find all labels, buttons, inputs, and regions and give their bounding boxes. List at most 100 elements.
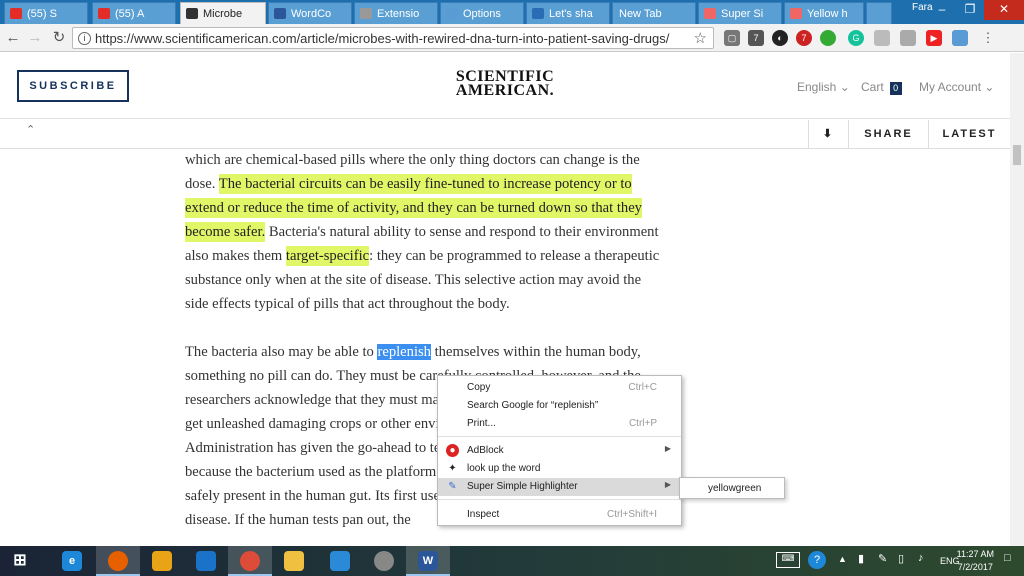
chevron-down-icon: ⌄ bbox=[839, 80, 850, 94]
scrollbar-thumb[interactable] bbox=[1013, 145, 1021, 165]
windows-taskbar: ⊞ e W bbox=[0, 546, 1024, 576]
pen-icon bbox=[446, 8, 458, 19]
tab-youtube-1[interactable]: (55) S bbox=[4, 2, 88, 24]
tab-sciam-active[interactable]: Microbe bbox=[180, 2, 266, 24]
chrome-icon[interactable] bbox=[228, 546, 272, 576]
chrome-menu-icon[interactable]: ⋮ bbox=[980, 30, 996, 46]
notifications-icon[interactable]: □ bbox=[1004, 552, 1011, 564]
youtube-icon bbox=[10, 8, 22, 19]
pen-tray-icon[interactable]: ✎ bbox=[878, 552, 887, 565]
download-icon: ⬇ bbox=[822, 128, 835, 140]
tab-options[interactable]: Options bbox=[440, 2, 524, 24]
menu-item-copy[interactable]: Copy Ctrl+C bbox=[438, 379, 681, 397]
url-text: https://www.scientificamerican.com/artic… bbox=[95, 31, 670, 46]
cast-icon[interactable]: ▢ bbox=[724, 30, 740, 46]
browser-tab-strip: (55) S (55) A Microbe WordCo Extensio Op… bbox=[0, 0, 1024, 24]
menu-item-highlighter[interactable]: ✎ Super Simple Highlighter ▶ bbox=[438, 478, 681, 496]
latest-button[interactable]: LATEST bbox=[928, 120, 1010, 149]
address-bar[interactable]: i https://www.scientificamerican.com/art… bbox=[72, 27, 714, 49]
tab-super-simple[interactable]: Super Si bbox=[698, 2, 782, 24]
tray-chevron-up-icon[interactable]: ▲ bbox=[838, 554, 847, 564]
volume-icon[interactable]: ♪ bbox=[918, 552, 924, 564]
close-icon[interactable]: ✕ bbox=[984, 0, 1024, 20]
share-button[interactable]: SHARE bbox=[848, 120, 928, 149]
puzzle-icon bbox=[360, 8, 372, 19]
menu-item-inspect[interactable]: Inspect Ctrl+Shift+I bbox=[438, 506, 681, 524]
my-account-link[interactable]: My Account ⌄ bbox=[919, 80, 994, 94]
selected-word[interactable]: replenish bbox=[377, 344, 431, 360]
highlighter-pen-icon[interactable] bbox=[952, 30, 968, 46]
new-tab-button[interactable] bbox=[866, 2, 892, 24]
battery-icon[interactable]: ▯ bbox=[898, 552, 904, 565]
window-controls: – ❐ ✕ bbox=[928, 0, 1024, 20]
windows-start-icon[interactable]: ⊞ bbox=[0, 546, 40, 576]
chevron-down-icon: ⌄ bbox=[984, 80, 995, 94]
forward-icon[interactable]: → bbox=[25, 28, 45, 48]
menu-item-lookup[interactable]: ✦ look up the word bbox=[438, 460, 681, 478]
clock-app-icon[interactable] bbox=[362, 546, 406, 576]
download-button[interactable]: ⬇ bbox=[808, 120, 848, 149]
site-icon bbox=[532, 8, 544, 19]
highlighter-pen-icon: ✎ bbox=[448, 481, 457, 492]
tab-lets-share[interactable]: Let's sha bbox=[526, 2, 610, 24]
adblock-icon: ● bbox=[446, 444, 459, 457]
submenu-arrow-icon: ▶ bbox=[664, 444, 671, 453]
info-icon[interactable]: i bbox=[78, 32, 91, 45]
page-scrollbar[interactable] bbox=[1010, 53, 1024, 546]
store-icon bbox=[790, 8, 802, 19]
article-subnav: ⌃ ⬇ SHARE LATEST bbox=[0, 120, 1010, 149]
site-logo[interactable]: SCIENTIFIC AMERICAN. bbox=[430, 69, 580, 99]
browser-toolbar: ← → ↻ i https://www.scientificamerican.c… bbox=[0, 24, 1024, 52]
contrast-icon[interactable]: ◐ bbox=[772, 30, 788, 46]
grammarly-icon[interactable]: G bbox=[848, 30, 864, 46]
tab-new-tab[interactable]: New Tab bbox=[612, 2, 696, 24]
menu-item-adblock[interactable]: ● AdBlock ▶ bbox=[438, 442, 681, 460]
chevron-up-icon[interactable]: ⌃ bbox=[26, 123, 35, 136]
back-icon[interactable]: ← bbox=[3, 28, 23, 48]
screenshot-tool-icon[interactable] bbox=[318, 546, 362, 576]
tab-youtube-2[interactable]: (55) A bbox=[92, 2, 176, 24]
headphones-app-icon[interactable] bbox=[140, 546, 184, 576]
firefox-icon[interactable] bbox=[96, 546, 140, 576]
language-selector[interactable]: English ⌄ bbox=[797, 80, 850, 94]
broadcast-icon[interactable] bbox=[900, 30, 916, 46]
reload-icon[interactable]: ↻ bbox=[49, 28, 69, 48]
cart-count-badge: 0 bbox=[889, 82, 902, 95]
tab-extensions[interactable]: Extensio bbox=[354, 2, 438, 24]
tab-wordco[interactable]: WordCo bbox=[268, 2, 352, 24]
site-header: SUBSCRIBE SCIENTIFIC AMERICAN. English ⌄… bbox=[0, 53, 1010, 119]
minimize-icon[interactable]: – bbox=[928, 0, 956, 20]
internet-explorer-icon[interactable]: e bbox=[50, 546, 94, 576]
restore-icon[interactable]: ❐ bbox=[956, 0, 984, 20]
youtube-icon bbox=[98, 8, 110, 19]
article-paragraph: which are chemical-based pills where the… bbox=[185, 152, 660, 312]
subscribe-button[interactable]: SUBSCRIBE bbox=[17, 70, 129, 102]
keyboard-icon[interactable]: ⌨ bbox=[776, 552, 800, 568]
word-icon bbox=[274, 8, 286, 19]
youtube-ext-icon[interactable]: ▶ bbox=[926, 30, 942, 46]
menu-item-search-google[interactable]: Search Google for “replenish” bbox=[438, 397, 681, 415]
store-icon bbox=[704, 8, 716, 19]
extension-badge-icon[interactable]: 7 bbox=[748, 30, 764, 46]
calendar-app-icon[interactable] bbox=[184, 546, 228, 576]
menu-item-print[interactable]: Print... Ctrl+P bbox=[438, 415, 681, 433]
word-app-icon[interactable]: W bbox=[406, 546, 450, 576]
adblock-plus-icon[interactable]: 7 bbox=[796, 30, 812, 46]
file-explorer-icon[interactable] bbox=[272, 546, 316, 576]
pdf-icon[interactable] bbox=[874, 30, 890, 46]
taskbar-clock[interactable]: 11:27 AM 7/2/2017 bbox=[957, 548, 994, 574]
broadcast-icon: ✦ bbox=[448, 463, 457, 474]
bookmark-star-icon[interactable]: ☆ bbox=[694, 29, 707, 47]
network-icon[interactable]: ▮ bbox=[858, 552, 864, 565]
submenu-arrow-icon: ▶ bbox=[664, 480, 671, 489]
submenu-item-yellowgreen[interactable]: yellowgreen bbox=[679, 477, 785, 499]
help-icon[interactable]: ? bbox=[808, 551, 826, 569]
highlighted-text[interactable]: target-specific bbox=[285, 246, 370, 266]
sciam-icon bbox=[186, 8, 198, 19]
green-extension-icon[interactable] bbox=[820, 30, 836, 46]
tab-yellow[interactable]: Yellow h bbox=[784, 2, 864, 24]
context-menu: Copy Ctrl+C Search Google for “replenish”… bbox=[437, 375, 682, 526]
menu-divider bbox=[438, 499, 681, 500]
cart-link[interactable]: Cart 0 bbox=[861, 80, 902, 95]
menu-divider bbox=[438, 436, 681, 437]
